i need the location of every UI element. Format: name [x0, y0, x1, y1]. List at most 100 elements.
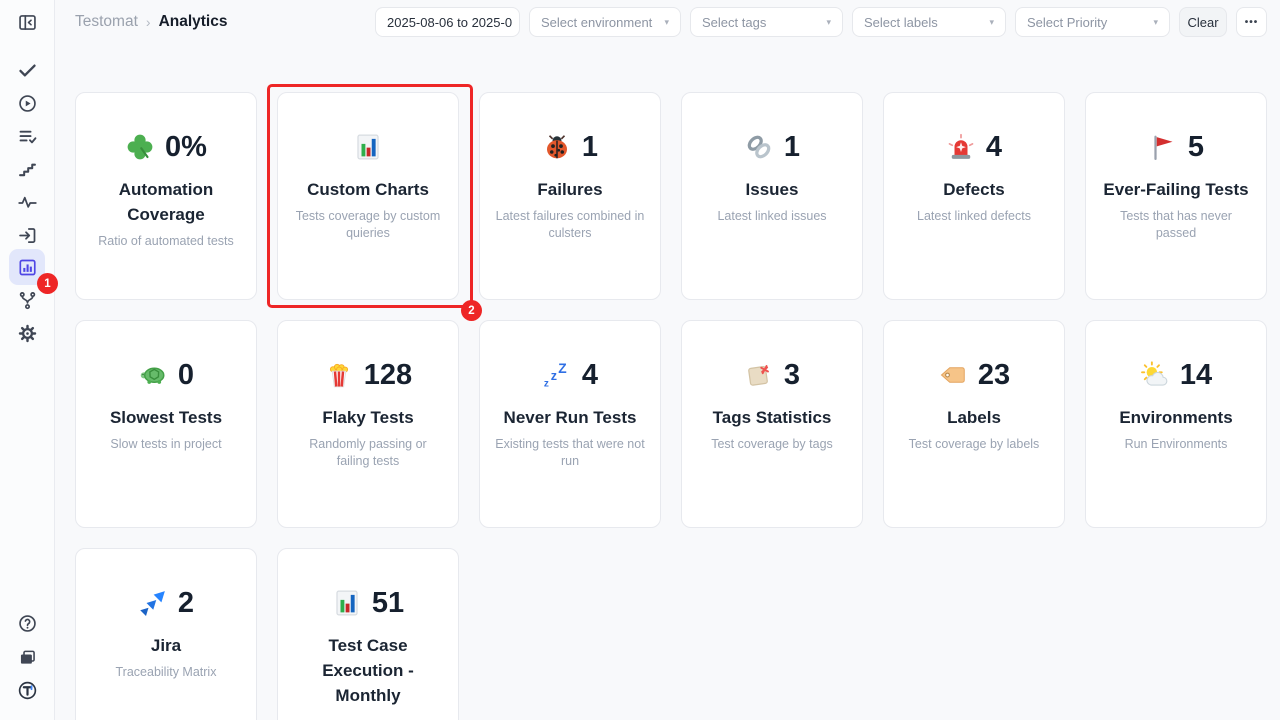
select-placeholder: Select Priority: [1027, 15, 1107, 30]
cards-grid: 0% Automation Coverage Ratio of automate…: [75, 92, 1267, 720]
card-subtitle: Test coverage by labels: [898, 436, 1050, 453]
card-title: Flaky Tests: [292, 405, 444, 430]
card-environments[interactable]: 14 Environments Run Environments: [1085, 320, 1267, 528]
card-subtitle: Run Environments: [1100, 436, 1252, 453]
card-flaky-tests[interactable]: 128 Flaky Tests Randomly passing or fail…: [277, 320, 459, 528]
sun-cloud-icon: [1140, 360, 1170, 390]
card-title: Labels: [898, 405, 1050, 430]
card-title: Environments: [1100, 405, 1252, 430]
card-value: 23: [978, 359, 1010, 392]
card-labels[interactable]: 23 Labels Test coverage by labels: [883, 320, 1065, 528]
card-custom-charts[interactable]: Custom Charts Tests coverage by custom q…: [277, 92, 459, 300]
svg-text:z: z: [544, 378, 549, 389]
card-subtitle: Test coverage by tags: [696, 436, 848, 453]
card-automation-coverage[interactable]: 0% Automation Coverage Ratio of automate…: [75, 92, 257, 300]
sidebar-item-testomat-logo[interactable]: [9, 672, 45, 708]
more-options-button[interactable]: •••: [1236, 7, 1267, 37]
card-value: 4: [582, 359, 598, 392]
main-content: Testomat › Analytics 2025-08-06 to 2025-…: [55, 0, 1280, 720]
card-subtitle: Traceability Matrix: [90, 664, 242, 681]
check-icon: [17, 60, 38, 81]
link-icon: [744, 132, 774, 162]
bookmark-icon: [744, 360, 774, 390]
panel-toggle-icon: [17, 12, 38, 33]
card-title: Never Run Tests: [494, 405, 646, 430]
sidebar-item-list-check[interactable]: [9, 118, 45, 154]
sidebar: [0, 0, 55, 720]
topbar: Testomat › Analytics 2025-08-06 to 2025-…: [55, 0, 1280, 44]
card-subtitle: Randomly passing or failing tests: [292, 436, 444, 470]
annotation-badge: 2: [461, 300, 482, 321]
bar-chart-emoji-icon: [332, 588, 362, 618]
breadcrumb: Testomat › Analytics: [75, 13, 227, 31]
card-subtitle: Latest linked defects: [898, 208, 1050, 225]
card-value: 3: [784, 359, 800, 392]
card-value: 14: [1180, 359, 1212, 392]
card-title: Failures: [494, 177, 646, 202]
card-value: 0: [178, 359, 194, 392]
sidebar-notification-badge: 1: [37, 273, 58, 294]
bar-chart-emoji-icon: [353, 132, 383, 162]
clear-filters-button[interactable]: Clear: [1179, 7, 1227, 37]
activity-icon: [17, 192, 38, 213]
card-subtitle: Ratio of automated tests: [90, 233, 242, 250]
card-title: Slowest Tests: [90, 405, 242, 430]
list-check-icon: [17, 126, 38, 147]
sign-in-icon: [17, 225, 38, 246]
filter-select-select-priority[interactable]: Select Priority ▾: [1015, 7, 1170, 37]
sidebar-item-play-circle[interactable]: [9, 85, 45, 121]
card-value: 1: [582, 131, 598, 164]
sidebar-item-panel-toggle[interactable]: [9, 4, 45, 40]
filter-select-select-tags[interactable]: Select tags ▾: [690, 7, 843, 37]
card-never-run-tests[interactable]: zzZ 4 Never Run Tests Existing tests tha…: [479, 320, 661, 528]
card-subtitle: Tests coverage by custom quieries: [292, 208, 444, 242]
svg-text:z: z: [551, 369, 557, 383]
gear-icon: [17, 323, 38, 344]
filter-select-select-labels[interactable]: Select labels▾: [852, 7, 1006, 37]
sidebar-item-activity[interactable]: [9, 184, 45, 220]
breadcrumb-project[interactable]: Testomat: [75, 13, 138, 31]
sidebar-item-sign-in[interactable]: [9, 217, 45, 253]
card-issues[interactable]: 1 Issues Latest linked issues: [681, 92, 863, 300]
card-subtitle: Latest linked issues: [696, 208, 848, 225]
jira-icon: [138, 588, 168, 618]
card-defects[interactable]: 4 Defects Latest linked defects: [883, 92, 1065, 300]
card-tags-statistics[interactable]: 3 Tags Statistics Test coverage by tags: [681, 320, 863, 528]
chevron-down-icon: ▾: [989, 17, 994, 28]
card-value: 4: [986, 131, 1002, 164]
card-failures[interactable]: 1 Failures Latest failures combined in c…: [479, 92, 661, 300]
ladybug-icon: [542, 132, 572, 162]
clover-icon: [125, 132, 155, 162]
card-jira[interactable]: 2 Jira Traceability Matrix: [75, 548, 257, 720]
testomat-logo-icon: [17, 680, 38, 701]
date-range-input[interactable]: 2025-08-06 to 2025-0: [375, 7, 520, 37]
popcorn-icon: [324, 360, 354, 390]
filter-selects: Select environment▾Select tags▾Select la…: [529, 7, 1170, 37]
select-placeholder: Select tags: [702, 15, 766, 30]
play-circle-icon: [17, 93, 38, 114]
card-value: 51: [372, 587, 404, 620]
card-title: Issues: [696, 177, 848, 202]
filter-select-select-environment[interactable]: Select environment▾: [529, 7, 681, 37]
card-subtitle: Slow tests in project: [90, 436, 242, 453]
chevron-down-icon: ▾: [826, 17, 831, 28]
card-title: Jira: [90, 633, 242, 658]
flag-icon: [1148, 132, 1178, 162]
sidebar-item-docs[interactable]: [9, 639, 45, 675]
card-title: Custom Charts: [292, 177, 444, 202]
card-value: 0%: [165, 131, 207, 164]
sidebar-item-steps[interactable]: [9, 151, 45, 187]
card-value: 2: [178, 587, 194, 620]
card-ever-failing-tests[interactable]: 5 Ever-Failing Tests Tests that has neve…: [1085, 92, 1267, 300]
card-value: 5: [1188, 131, 1204, 164]
sidebar-item-help[interactable]: [9, 605, 45, 641]
card-slowest-tests[interactable]: 0 Slowest Tests Slow tests in project: [75, 320, 257, 528]
card-title: Defects: [898, 177, 1050, 202]
chevron-down-icon: ▾: [1153, 17, 1158, 28]
card-value: 1: [784, 131, 800, 164]
breadcrumb-separator-icon: ›: [146, 14, 151, 30]
sidebar-item-gear[interactable]: [9, 315, 45, 351]
docs-icon: [17, 647, 38, 668]
card-test-case-execution-monthly[interactable]: 51 Test Case Execution - Monthly: [277, 548, 459, 720]
sidebar-item-check[interactable]: [9, 52, 45, 88]
